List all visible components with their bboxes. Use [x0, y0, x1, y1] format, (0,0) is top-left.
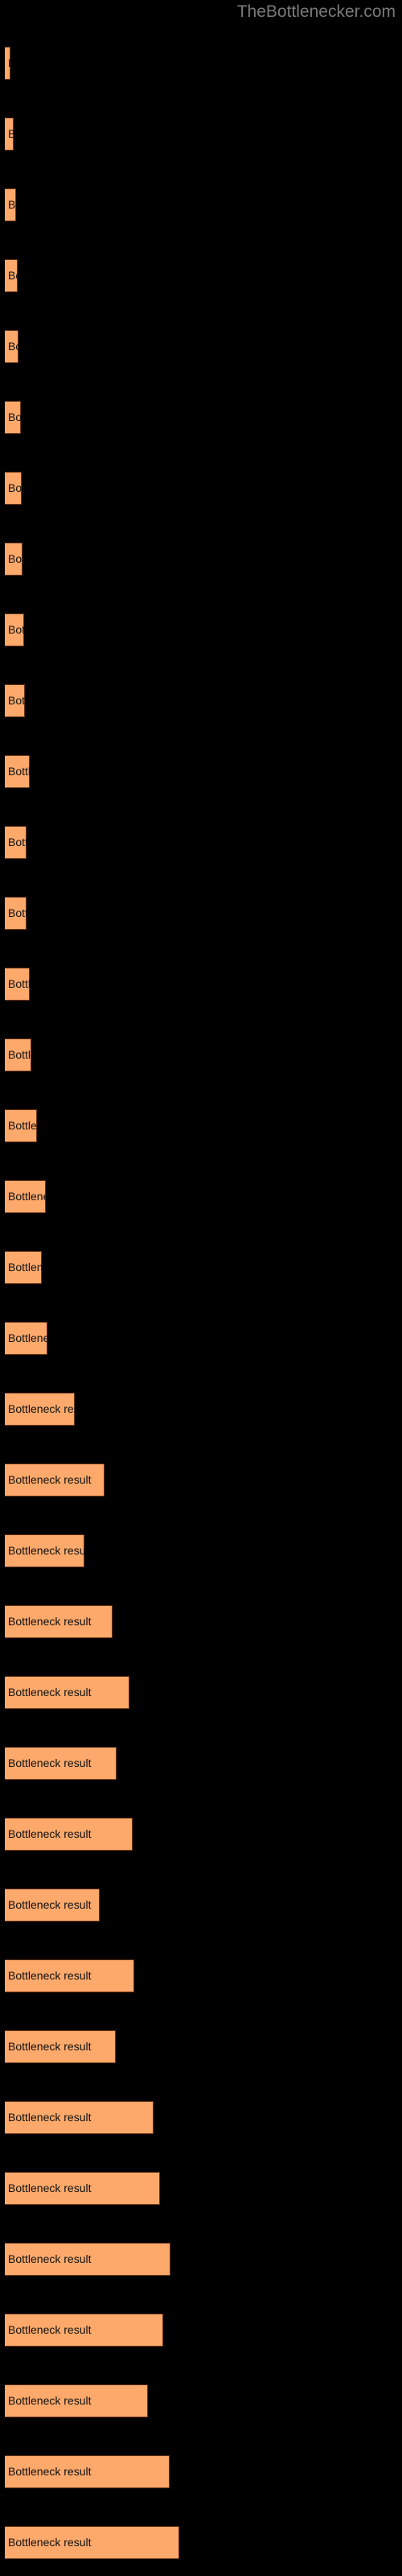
bar	[5, 1747, 117, 1780]
bar	[5, 897, 27, 930]
bar	[5, 188, 16, 221]
bar	[5, 47, 10, 80]
bar	[5, 2455, 170, 2488]
bar	[5, 1180, 46, 1213]
bar	[5, 2384, 148, 2417]
bar	[5, 826, 27, 859]
bar	[5, 2314, 163, 2347]
bar	[5, 1251, 42, 1284]
bar	[5, 613, 24, 646]
bar	[5, 1534, 84, 1567]
bar	[5, 2101, 154, 2134]
bar	[5, 1818, 133, 1851]
bar	[5, 1109, 37, 1142]
bar	[5, 2030, 116, 2063]
bar	[5, 1605, 113, 1638]
bar	[5, 1463, 105, 1496]
bar	[5, 543, 23, 576]
bar	[5, 1038, 31, 1071]
bar	[5, 1322, 47, 1355]
bar	[5, 2243, 170, 2276]
bar	[5, 472, 22, 505]
bar	[5, 2526, 179, 2559]
plot-area: Bottleneck resultBottleneck resultBottle…	[0, 0, 402, 2576]
bar	[5, 2172, 160, 2205]
bar	[5, 259, 18, 292]
bar-chart: TheBottlenecker.com Bottleneck resultBot…	[0, 0, 402, 2576]
bar	[5, 1393, 75, 1426]
bar	[5, 755, 30, 788]
bar	[5, 401, 21, 434]
bar	[5, 968, 30, 1001]
bar	[5, 1889, 100, 1922]
bar	[5, 1676, 129, 1709]
bar	[5, 330, 18, 363]
bar	[5, 1959, 134, 1992]
bar	[5, 684, 25, 717]
bar	[5, 118, 14, 151]
